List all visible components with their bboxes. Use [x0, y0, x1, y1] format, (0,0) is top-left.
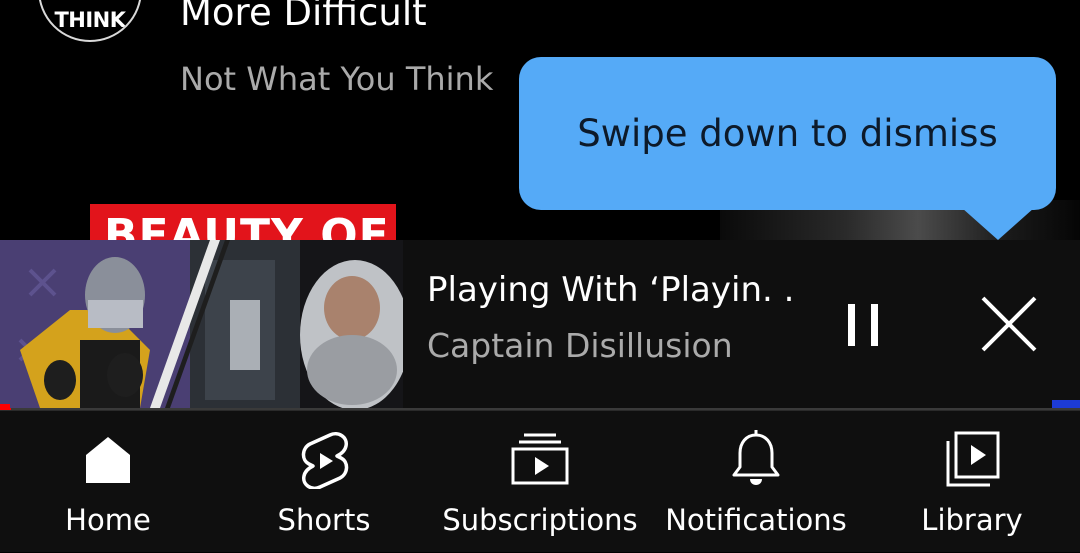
- library-icon: [946, 431, 1000, 487]
- close-icon: [981, 296, 1037, 352]
- dismiss-hint-tooltip: Swipe down to dismiss: [519, 57, 1056, 210]
- nav-item-library[interactable]: Library: [864, 411, 1080, 553]
- video-thumbnail-peek[interactable]: BEAUTY OF: [90, 204, 396, 240]
- nav-item-shorts[interactable]: Shorts: [216, 411, 432, 553]
- nav-item-notifications[interactable]: Notifications: [648, 411, 864, 553]
- mini-player-title[interactable]: Playing With ‘Playin. .: [427, 270, 794, 310]
- bell-icon: [732, 430, 780, 485]
- video-channel-name[interactable]: Not What You Think: [180, 60, 493, 98]
- nav-item-home[interactable]: Home: [0, 411, 216, 553]
- nav-label-subscriptions: Subscriptions: [442, 503, 638, 537]
- shorts-icon: [301, 432, 349, 489]
- nav-item-subscriptions[interactable]: Subscriptions: [432, 411, 648, 553]
- subscriptions-icon: [511, 433, 569, 485]
- edge-indicator: [1052, 400, 1080, 408]
- channel-avatar[interactable]: THINK: [38, 0, 142, 42]
- nav-label-library: Library: [921, 503, 1023, 537]
- close-button[interactable]: [973, 288, 1045, 360]
- mini-player-thumbnail[interactable]: [0, 240, 403, 408]
- tooltip-arrow: [962, 208, 1034, 240]
- nav-label-notifications: Notifications: [665, 503, 847, 537]
- home-icon: [86, 437, 130, 483]
- nav-label-shorts: Shorts: [277, 503, 371, 537]
- mini-player-thumbnail-art: [0, 240, 403, 408]
- tooltip-text: Swipe down to dismiss: [577, 112, 998, 155]
- mini-player-channel[interactable]: Captain Disillusion: [427, 326, 733, 365]
- thumbnail-peek-text: BEAUTY OF: [104, 210, 390, 240]
- channel-avatar-text: THINK: [54, 8, 126, 32]
- mini-player[interactable]: Playing With ‘Playin. . Captain Disillus…: [0, 240, 1080, 410]
- bottom-navigation: Home Shorts Subscriptions Notifications: [0, 410, 1080, 552]
- pause-button[interactable]: [828, 290, 898, 360]
- nav-label-home: Home: [65, 503, 151, 537]
- pause-icon: [848, 304, 878, 346]
- video-title[interactable]: More Difficult: [180, 0, 427, 34]
